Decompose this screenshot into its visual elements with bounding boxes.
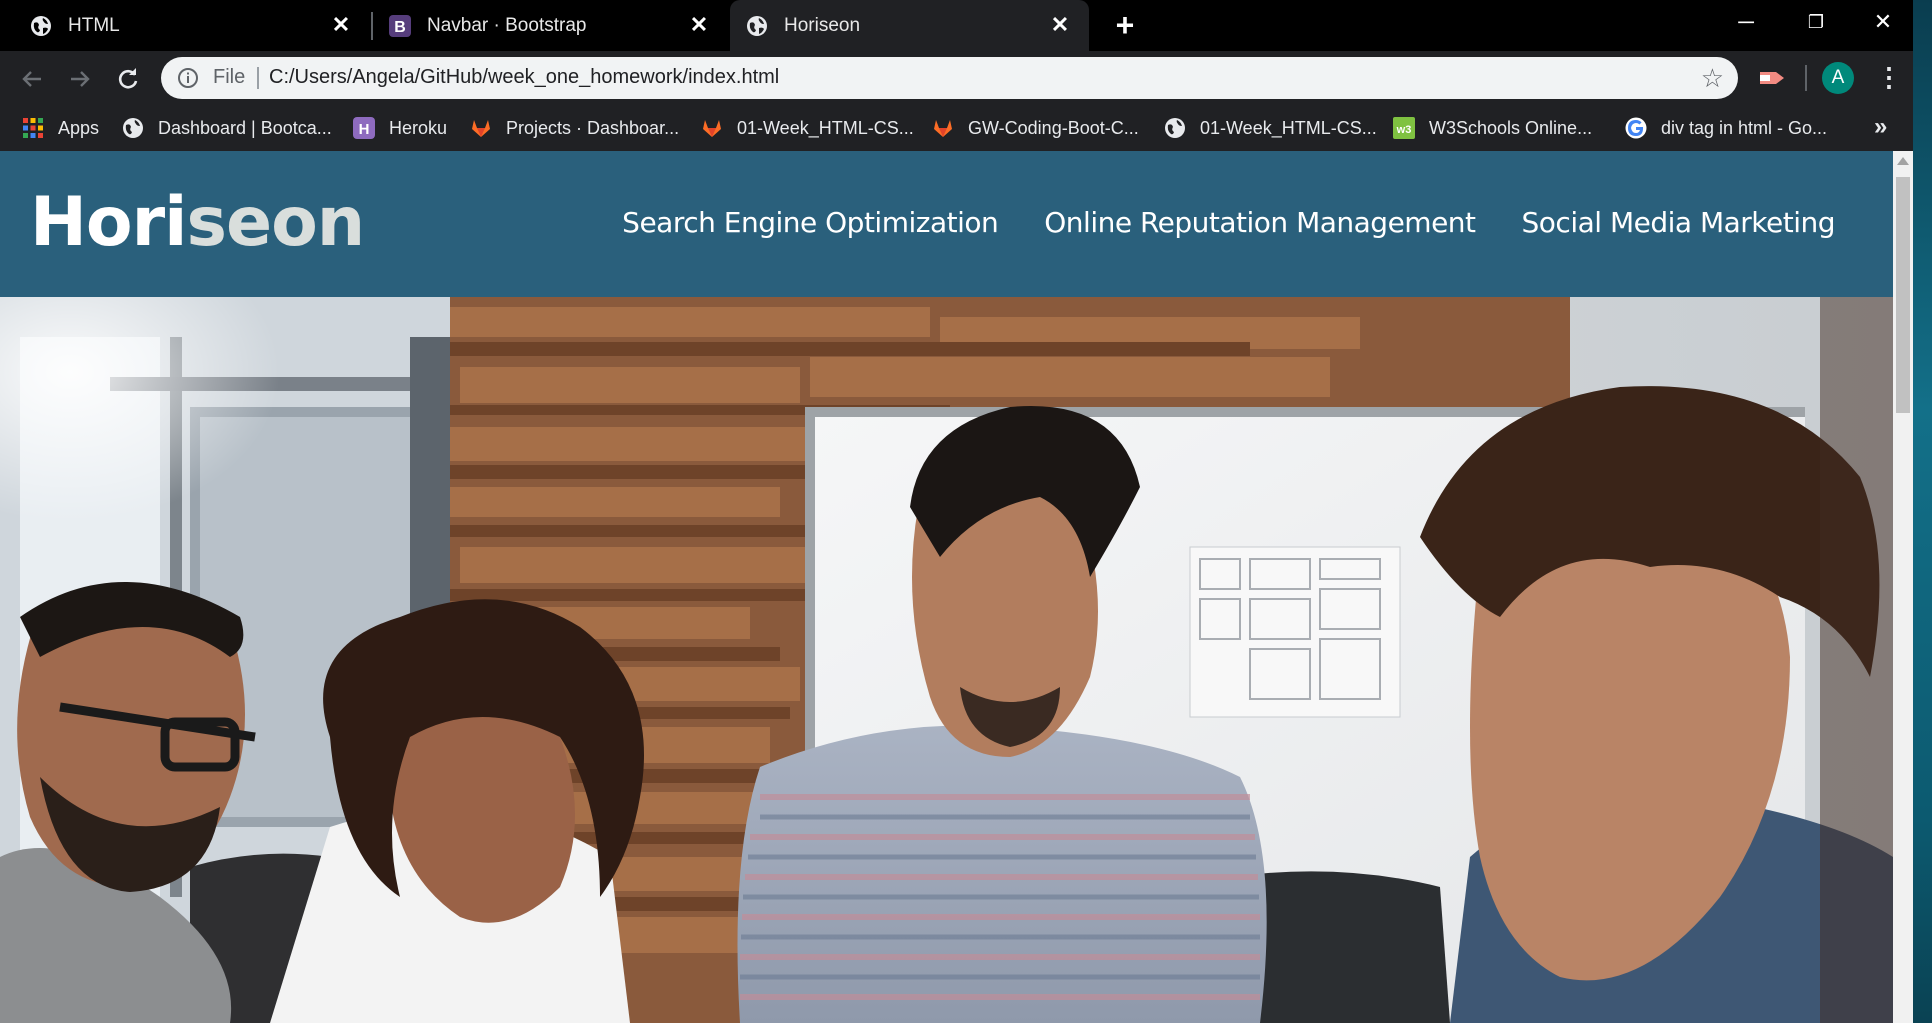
tab-html[interactable]: HTML ✕ bbox=[0, 0, 370, 51]
arrow-left-icon bbox=[22, 71, 41, 87]
bookmarks-overflow-button[interactable]: » bbox=[1874, 113, 1887, 141]
scroll-up-arrow-icon[interactable] bbox=[1897, 157, 1909, 165]
toolbar-divider bbox=[1805, 65, 1807, 91]
new-tab-button[interactable]: + bbox=[1108, 8, 1142, 42]
bookmark-label: W3Schools Online... bbox=[1429, 117, 1593, 138]
svg-text:w3: w3 bbox=[1396, 124, 1412, 136]
bookmark-label: GW-Coding-Boot-C... bbox=[968, 117, 1139, 138]
google-icon bbox=[1625, 117, 1647, 139]
address-bar[interactable]: File C:/Users/Angela/GitHub/week_one_hom… bbox=[161, 57, 1738, 99]
logo-text-accent: seon bbox=[186, 183, 365, 262]
back-button[interactable] bbox=[16, 63, 48, 95]
extension-icon[interactable] bbox=[1756, 64, 1788, 92]
reload-icon bbox=[118, 68, 138, 89]
bookmark-label: 01-Week_HTML-CS... bbox=[737, 117, 914, 138]
w3schools-icon: w3 bbox=[1393, 117, 1415, 139]
gitlab-icon bbox=[701, 117, 723, 139]
gitlab-icon bbox=[470, 117, 492, 139]
bookmark-heroku[interactable]: H Heroku bbox=[353, 113, 447, 143]
bookmark-label: Heroku bbox=[389, 117, 448, 138]
arrow-right-icon bbox=[71, 71, 90, 87]
star-icon[interactable]: ☆ bbox=[1701, 65, 1724, 91]
restore-button[interactable]: ❐ bbox=[1786, 0, 1846, 44]
bookmark-label: 01-Week_HTML-CS... bbox=[1200, 117, 1377, 138]
tab-title: HTML bbox=[68, 14, 120, 36]
tab-strip: HTML ✕ B Navbar · Bootstrap ✕ Horiseon ✕… bbox=[0, 0, 1932, 51]
bookmark-week-html-1[interactable]: 01-Week_HTML-CS... bbox=[701, 113, 914, 143]
svg-text:B: B bbox=[394, 19, 406, 36]
svg-text:H: H bbox=[359, 121, 370, 138]
avatar[interactable]: A bbox=[1822, 62, 1854, 94]
globe-icon bbox=[122, 117, 144, 139]
globe-icon bbox=[746, 15, 768, 37]
bookmark-label: div tag in html - Go... bbox=[1661, 117, 1828, 138]
minimize-button[interactable]: ─ bbox=[1716, 0, 1776, 44]
nav-link-reputation[interactable]: Online Reputation Management bbox=[1044, 206, 1476, 239]
logo-text-main: Hori bbox=[30, 183, 187, 262]
tab-title: Horiseon bbox=[784, 14, 861, 36]
globe-icon bbox=[1164, 117, 1186, 139]
scroll-thumb[interactable] bbox=[1896, 177, 1910, 413]
bootstrap-icon: B bbox=[389, 14, 411, 37]
site-header: Horiseon Search Engine Optimization Onli… bbox=[0, 151, 1893, 297]
heroku-icon: H bbox=[353, 117, 375, 139]
apps-grid-icon bbox=[22, 117, 44, 139]
bookmark-gw-coding[interactable]: GW-Coding-Boot-C... bbox=[932, 113, 1139, 143]
scheme-label: File bbox=[213, 66, 246, 88]
close-window-button[interactable]: ✕ bbox=[1853, 0, 1913, 44]
bookmark-projects[interactable]: Projects · Dashboar... bbox=[470, 113, 679, 143]
bookmark-label: Projects · Dashboar... bbox=[506, 117, 680, 138]
tab-bootstrap[interactable]: B Navbar · Bootstrap ✕ bbox=[373, 0, 728, 51]
site-nav: Search Engine Optimization Online Reputa… bbox=[622, 206, 1835, 239]
info-icon[interactable] bbox=[177, 67, 199, 89]
bookmarks-bar: Apps Dashboard | Bootca... H Heroku Proj… bbox=[0, 105, 1932, 151]
bookmark-apps[interactable]: Apps bbox=[22, 113, 99, 143]
nav-link-social-media[interactable]: Social Media Marketing bbox=[1522, 206, 1836, 239]
close-tab-icon[interactable]: ✕ bbox=[688, 14, 710, 36]
gitlab-icon bbox=[932, 117, 954, 139]
globe-icon bbox=[30, 15, 52, 37]
url-text[interactable]: C:/Users/Angela/GitHub/week_one_homework… bbox=[269, 66, 779, 89]
bookmark-label: Dashboard | Bootca... bbox=[158, 117, 332, 138]
bookmark-div-tag[interactable]: div tag in html - Go... bbox=[1625, 113, 1827, 143]
tab-title: Navbar · Bootstrap bbox=[427, 14, 587, 36]
tab-horiseon[interactable]: Horiseon ✕ bbox=[730, 0, 1089, 51]
bookmark-label: Apps bbox=[58, 117, 100, 138]
desktop-background bbox=[1913, 0, 1932, 1023]
bookmark-week-html-2[interactable]: 01-Week_HTML-CS... bbox=[1164, 113, 1377, 143]
reload-button[interactable] bbox=[112, 63, 144, 95]
hero-image bbox=[0, 297, 1893, 1023]
nav-link-seo[interactable]: Search Engine Optimization bbox=[622, 206, 999, 239]
divider bbox=[257, 67, 259, 89]
close-tab-icon[interactable]: ✕ bbox=[1049, 14, 1071, 36]
close-tab-icon[interactable]: ✕ bbox=[330, 14, 352, 36]
browser-toolbar: File C:/Users/Angela/GitHub/week_one_hom… bbox=[0, 51, 1932, 105]
bookmark-w3schools[interactable]: w3 W3Schools Online... bbox=[1393, 113, 1592, 143]
bookmark-dashboard[interactable]: Dashboard | Bootca... bbox=[122, 113, 332, 143]
menu-icon[interactable]: ⋮ bbox=[1876, 63, 1902, 93]
page-scrollbar[interactable] bbox=[1893, 151, 1913, 1023]
page-viewport: Horiseon Search Engine Optimization Onli… bbox=[0, 151, 1893, 1023]
site-logo[interactable]: Horiseon bbox=[30, 183, 365, 262]
forward-button[interactable] bbox=[64, 63, 96, 95]
